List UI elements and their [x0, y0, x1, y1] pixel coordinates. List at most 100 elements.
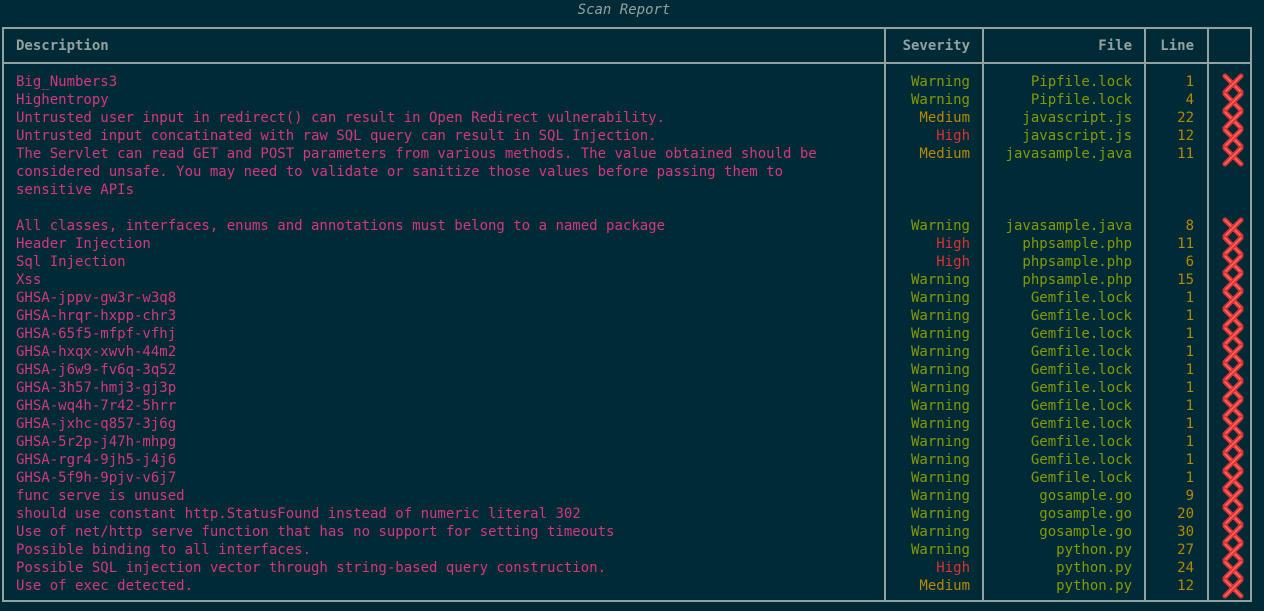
table-row[interactable]: Untrusted input concatinated with raw SQ… [0, 127, 1264, 149]
row-description: GHSA-j6w9-fv6q-3q52 [16, 362, 177, 378]
file-name[interactable]: gosample.go [986, 487, 1132, 505]
table-row[interactable]: Header Injection High phpsample.php 11 [0, 235, 1264, 257]
file-name[interactable]: javascript.js [986, 109, 1132, 127]
line-number: 1 [1185, 326, 1194, 342]
table-row[interactable]: Possible SQL injection vector through st… [0, 559, 1264, 581]
table-row[interactable]: GHSA-hxqx-xwvh-44m2 Warning Gemfile.lock 1 [0, 343, 1264, 365]
table-row[interactable]: Xss Warning phpsample.php 15 [0, 271, 1264, 293]
file-name[interactable]: Gemfile.lock [986, 325, 1132, 343]
row-description: Use of net/http serve function that has … [16, 524, 615, 540]
file-name[interactable]: python.py [986, 541, 1132, 559]
row-description: GHSA-5f9h-9pjv-v6j7 [16, 470, 177, 486]
row-description: All classes, interfaces, enums and annot… [16, 218, 666, 234]
table-row[interactable]: Untrusted user input in redirect() can r… [0, 109, 1264, 131]
line-number: 30 [1177, 524, 1194, 540]
file-name[interactable]: phpsample.php [986, 253, 1132, 271]
line-number: 11 [1177, 146, 1194, 162]
table-row[interactable]: GHSA-hrqr-hxpp-chr3 Warning Gemfile.lock 1 [0, 307, 1264, 329]
severity-label: Warning [910, 416, 970, 432]
table-row[interactable]: Possible binding to all interfaces. Warni… [0, 541, 1264, 563]
file-name[interactable]: Gemfile.lock [986, 361, 1132, 379]
table-row[interactable]: Highentropy Warning Pipfile.lock 4 [0, 91, 1264, 113]
severity-label: High [936, 236, 970, 252]
line-number: 12 [1177, 128, 1194, 144]
file-name[interactable]: Gemfile.lock [986, 289, 1132, 307]
column-header-severity[interactable]: Severity [886, 37, 970, 55]
table-body: Big_Numbers3 Warning Pipfile.lock 1 Highentr… [0, 73, 1264, 599]
line-number: 1 [1185, 452, 1194, 468]
file-name[interactable]: Gemfile.lock [986, 379, 1132, 397]
file-name[interactable]: gosample.go [986, 523, 1132, 541]
column-header-file[interactable]: File [986, 37, 1132, 55]
line-number: 20 [1177, 506, 1194, 522]
line-number: 1 [1185, 416, 1194, 432]
severity-label: Warning [910, 398, 970, 414]
file-name[interactable]: Gemfile.lock [986, 397, 1132, 415]
file-name[interactable]: Pipfile.lock [986, 73, 1132, 91]
severity-label: Warning [910, 308, 970, 324]
table-row[interactable]: Use of exec detected. Medium python.py 12 [0, 577, 1264, 599]
line-number: 15 [1177, 272, 1194, 288]
table-row[interactable]: func serve is unused Warning gosample.go 9 [0, 487, 1264, 509]
line-number: 27 [1177, 542, 1194, 558]
severity-label: High [936, 254, 970, 270]
table-row[interactable]: GHSA-j6w9-fv6q-3q52 Warning Gemfile.lock 1 [0, 361, 1264, 383]
file-name[interactable]: Gemfile.lock [986, 307, 1132, 325]
file-name[interactable]: Pipfile.lock [986, 91, 1132, 109]
file-name[interactable]: javasample.java [986, 217, 1132, 235]
file-name[interactable]: javascript.js [986, 127, 1132, 145]
table-row[interactable]: Use of net/http serve function that has … [0, 523, 1264, 545]
table-row[interactable]: GHSA-rgr4-9jh5-j4j6 Warning Gemfile.lock 1 [0, 451, 1264, 473]
table-row[interactable]: Big_Numbers3 Warning Pipfile.lock 1 [0, 73, 1264, 95]
file-name[interactable]: python.py [986, 559, 1132, 577]
table-row[interactable]: All classes, interfaces, enums and annot… [0, 217, 1264, 239]
line-number: 22 [1177, 110, 1194, 126]
severity-label: Warning [910, 380, 970, 396]
line-number: 1 [1185, 308, 1194, 324]
severity-label: Warning [910, 218, 970, 234]
column-header-line[interactable]: Line [1148, 37, 1194, 55]
line-number: 1 [1185, 362, 1194, 378]
table-row[interactable]: GHSA-65f5-mfpf-vfhj Warning Gemfile.lock 1 [0, 325, 1264, 347]
severity-label: Medium [919, 146, 970, 162]
row-description: Untrusted input concatinated with raw SQ… [16, 128, 657, 144]
line-number: 1 [1185, 470, 1194, 486]
row-description: GHSA-jppv-gw3r-w3q8 [16, 290, 177, 306]
line-number: 12 [1177, 578, 1194, 594]
table-row[interactable]: Sql Injection High phpsample.php 6 [0, 253, 1264, 275]
file-name[interactable]: Gemfile.lock [986, 415, 1132, 433]
line-number: 24 [1177, 560, 1194, 576]
severity-label: Warning [910, 362, 970, 378]
table-row[interactable]: GHSA-wq4h-7r42-5hrr Warning Gemfile.lock 1 [0, 397, 1264, 419]
file-name[interactable]: Gemfile.lock [986, 343, 1132, 361]
line-number: 8 [1185, 218, 1194, 234]
table-row[interactable]: GHSA-5r2p-j47h-mhpg Warning Gemfile.lock 1 [0, 433, 1264, 455]
severity-label: Medium [919, 110, 970, 126]
file-name[interactable]: Gemfile.lock [986, 469, 1132, 487]
table-row[interactable]: GHSA-jxhc-q857-3j6g Warning Gemfile.lock 1 [0, 415, 1264, 437]
file-name[interactable]: Gemfile.lock [986, 451, 1132, 469]
row-description: Highentropy [16, 92, 109, 108]
table-row[interactable]: GHSA-3h57-hmj3-gj3p Warning Gemfile.lock 1 [0, 379, 1264, 401]
table-row[interactable]: GHSA-5f9h-9pjv-v6j7 Warning Gemfile.lock 1 [0, 469, 1264, 491]
column-header-description[interactable]: Description [16, 37, 109, 55]
file-name[interactable]: javasample.java [986, 145, 1132, 163]
line-number: 1 [1185, 380, 1194, 396]
severity-label: Warning [910, 488, 970, 504]
file-name[interactable]: Gemfile.lock [986, 433, 1132, 451]
row-description: should use constant http.StatusFound ins… [16, 506, 581, 522]
table-row[interactable]: GHSA-jppv-gw3r-w3q8 Warning Gemfile.lock 1 [0, 289, 1264, 311]
severity-label: Warning [910, 434, 970, 450]
file-name[interactable]: phpsample.php [986, 271, 1132, 289]
row-description: Untrusted user input in redirect() can r… [16, 110, 666, 126]
row-description: func serve is unused [16, 488, 185, 504]
severity-label: Warning [910, 524, 970, 540]
file-name[interactable]: python.py [986, 577, 1132, 595]
row-description: Xss [16, 272, 42, 288]
severity-label: Medium [919, 578, 970, 594]
file-name[interactable]: phpsample.php [986, 235, 1132, 253]
table-row[interactable]: The Servlet can read GET and POST parame… [0, 145, 1264, 217]
file-name[interactable]: gosample.go [986, 505, 1132, 523]
table-row[interactable]: should use constant http.StatusFound ins… [0, 505, 1264, 527]
row-description: GHSA-jxhc-q857-3j6g [16, 416, 177, 432]
